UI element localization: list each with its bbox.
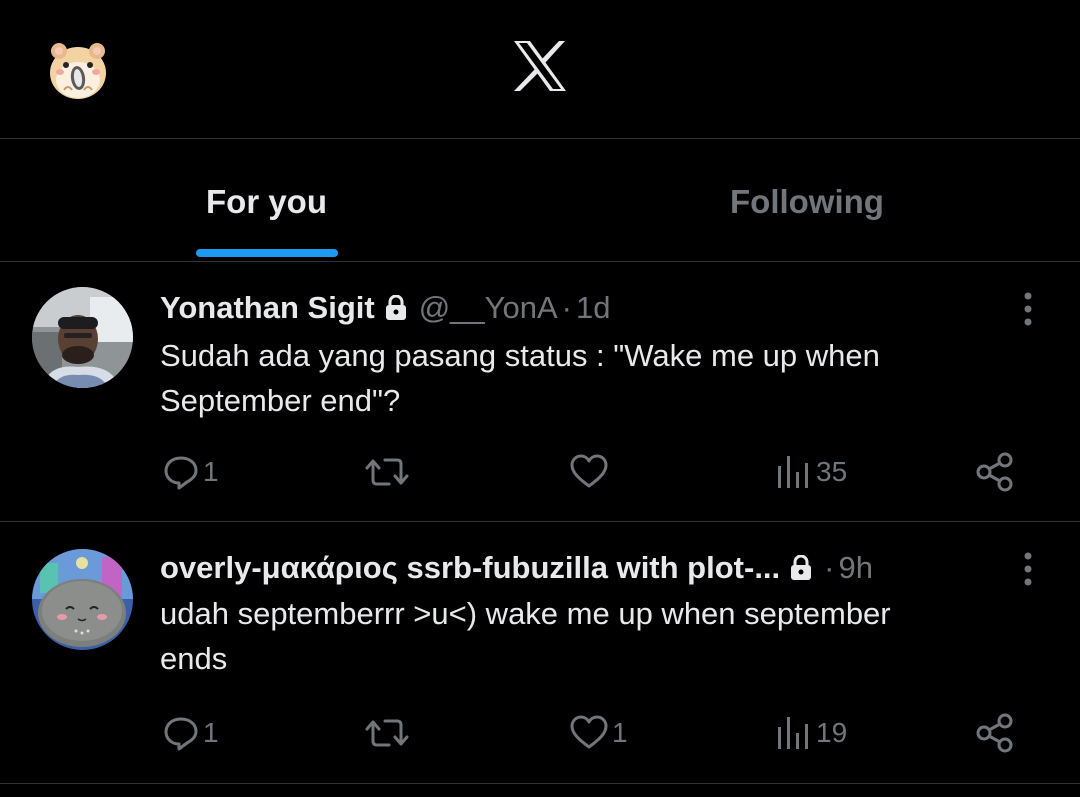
lock-icon (385, 291, 407, 320)
top-bar (0, 0, 1080, 139)
reply-button[interactable]: 1 (161, 447, 219, 497)
user-handle[interactable]: @__YonA (419, 290, 558, 325)
tweet-text: Sudah ada yang pasang status : "Wake me … (160, 338, 880, 418)
reply-icon (164, 717, 198, 751)
lock-icon (790, 551, 812, 580)
more-options-icon[interactable] (1014, 549, 1042, 589)
tweet-actions: 1 1 19 (0, 708, 1080, 758)
hamster-avatar-icon (50, 43, 106, 99)
reply-button[interactable]: 1 (161, 708, 219, 758)
separator-dot: · (561, 290, 572, 325)
reply-count: 1 (203, 717, 219, 748)
heart-icon (570, 715, 608, 749)
tweet-timestamp[interactable]: 1d (576, 290, 610, 325)
profile-avatar-hamster-icon[interactable] (46, 38, 110, 102)
like-button[interactable]: 1 (568, 708, 628, 758)
display-name[interactable]: Yonathan Sigit (160, 290, 375, 325)
views-bar-chart-icon (778, 717, 808, 749)
tweet-actions: 1 35 (0, 447, 1080, 497)
reply-count: 1 (203, 456, 219, 487)
retweet-button[interactable] (364, 447, 412, 497)
tweet[interactable]: Yonathan Sigit @__YonA · 1d Sudah ada yang … (0, 262, 1080, 522)
retweet-icon (365, 458, 409, 486)
tweet[interactable]: overly-μακάριος ssrb-fubuzilla with plot… (0, 522, 1080, 784)
views-bar-chart-icon (778, 456, 808, 488)
share-icon (976, 713, 1013, 753)
x-logo-icon[interactable] (512, 40, 568, 92)
like-button[interactable] (568, 447, 612, 497)
share-icon (976, 452, 1013, 492)
views-button[interactable]: 35 (774, 447, 847, 497)
tweet-text: udah septemberrr >u<) wake me up when se… (160, 596, 891, 676)
display-name[interactable]: overly-μακάριος ssrb-fubuzilla with plot… (160, 550, 780, 585)
share-button[interactable] (974, 447, 1016, 497)
like-count: 1 (612, 717, 628, 748)
tweet-timestamp[interactable]: 9h (838, 550, 872, 585)
tab-following[interactable]: Following (540, 139, 1080, 261)
timeline-tabs: For you Following (0, 139, 1080, 262)
tab-for-you-label: For you (206, 183, 327, 220)
views-count: 19 (816, 717, 848, 748)
retweet-button[interactable] (364, 708, 412, 758)
tab-following-label: Following (730, 183, 884, 220)
user-avatar[interactable] (32, 287, 133, 388)
tweet-header: Yonathan Sigit @__YonA · 1d (160, 288, 610, 328)
active-tab-indicator (196, 249, 338, 257)
views-count: 35 (816, 456, 848, 487)
separator-dot: · (824, 550, 835, 585)
more-options-icon[interactable] (1014, 289, 1042, 329)
tweet-header: overly-μακάριος ssrb-fubuzilla with plot… (160, 548, 873, 588)
share-button[interactable] (974, 708, 1016, 758)
tab-for-you[interactable]: For you (0, 139, 540, 261)
user-avatar[interactable] (32, 549, 133, 650)
retweet-icon (365, 719, 409, 747)
heart-icon (570, 454, 608, 488)
views-button[interactable]: 19 (774, 708, 847, 758)
reply-icon (164, 456, 198, 490)
